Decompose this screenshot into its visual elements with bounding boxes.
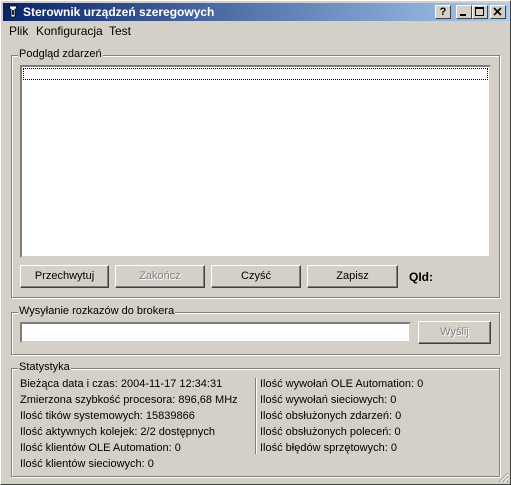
qid-label: QId: bbox=[409, 270, 433, 284]
clear-button[interactable]: Czyść bbox=[211, 265, 301, 288]
menu-plik[interactable]: Plik bbox=[9, 24, 28, 38]
app-icon bbox=[8, 5, 18, 18]
send-button[interactable]: Wyślij bbox=[418, 321, 491, 344]
menu-bar: Plik Konfiguracja Test bbox=[3, 22, 509, 40]
maximize-button[interactable] bbox=[472, 5, 488, 19]
stat-network-clients: Ilość klientów sieciowych: 0 bbox=[20, 458, 154, 470]
stats-divider bbox=[255, 378, 256, 454]
help-icon: ? bbox=[439, 6, 447, 18]
events-group-label: Podgląd zdarzeń bbox=[18, 48, 103, 60]
stat-active-queues: Ilość aktywnych kolejek: 2/2 dostępnych bbox=[20, 426, 216, 438]
stat-ole-clients: Ilość klientów OLE Automation: 0 bbox=[20, 442, 181, 454]
stat-ole-calls: Ilość wywołań OLE Automation: 0 bbox=[260, 378, 424, 390]
stat-handled-events: Ilość obsłużonych zdarzeń: 0 bbox=[260, 410, 402, 422]
stat-handled-commands: Ilość obsłużonych poleceń: 0 bbox=[260, 426, 401, 438]
stat-hardware-errors: Ilość błędów sprzętowych: 0 bbox=[260, 442, 397, 454]
broker-group-label: Wysyłanie rozkazów do brokera bbox=[18, 305, 176, 317]
title-bar[interactable]: Sterownik urządzeń szeregowych ? bbox=[3, 3, 509, 21]
minimize-button[interactable] bbox=[456, 5, 472, 19]
close-button[interactable] bbox=[490, 5, 506, 19]
stats-group-label: Statystyka bbox=[18, 361, 71, 373]
finish-button[interactable]: Zakończ bbox=[115, 265, 205, 288]
stat-system-ticks: Ilość tików systemowych: 15839866 bbox=[20, 410, 195, 422]
event-log-list[interactable] bbox=[20, 65, 491, 258]
stat-network-calls: Ilość wywołań sieciowych: 0 bbox=[260, 394, 397, 406]
broker-group: Wysyłanie rozkazów do brokera Wyślij bbox=[11, 305, 500, 355]
menu-konfiguracja[interactable]: Konfiguracja bbox=[36, 24, 103, 38]
stat-current-datetime: Bieżąca data i czas: 2004-11-17 12:34:31 bbox=[20, 378, 223, 390]
stat-cpu-speed: Zmierzona szybkość procesora: 896,68 MHz bbox=[20, 394, 238, 406]
main-window: Sterownik urządzeń szeregowych ? Plik Ko… bbox=[0, 0, 511, 485]
minimize-icon bbox=[460, 14, 466, 16]
broker-command-input[interactable] bbox=[20, 322, 411, 343]
window-title: Sterownik urządzeń szeregowych bbox=[23, 5, 215, 19]
event-log-focus-row bbox=[23, 68, 488, 80]
menu-test[interactable]: Test bbox=[109, 24, 131, 38]
maximize-icon bbox=[475, 7, 484, 16]
intercept-button[interactable]: Przechwytuj bbox=[20, 265, 109, 288]
events-group: Podgląd zdarzeń Przechwytuj Zakończ Czyś… bbox=[11, 48, 500, 298]
resize-grip-icon[interactable] bbox=[497, 471, 509, 483]
close-icon bbox=[493, 7, 502, 16]
save-button[interactable]: Zapisz bbox=[307, 265, 398, 288]
stats-group: Statystyka Bieżąca data i czas: 2004-11-… bbox=[11, 361, 500, 477]
help-button[interactable]: ? bbox=[435, 5, 451, 19]
